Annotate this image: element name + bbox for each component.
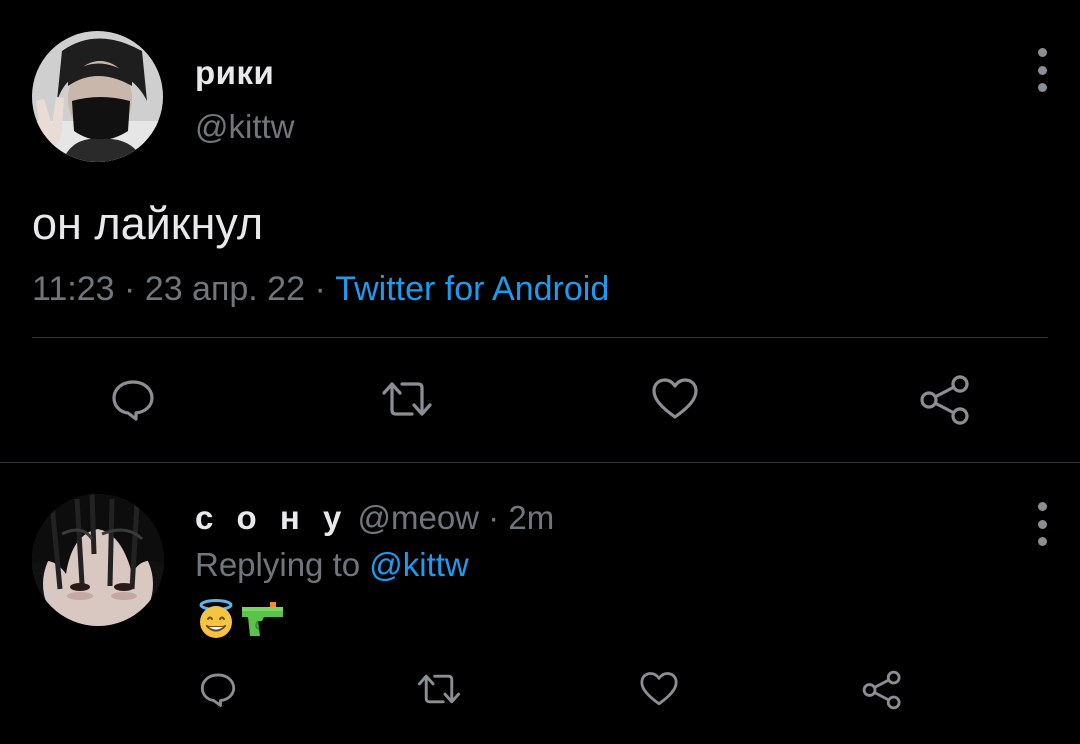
tweet-date: 23 апр. 22: [144, 270, 305, 308]
divider: [32, 337, 1048, 338]
reply-button[interactable]: [198, 668, 238, 710]
share-icon: [920, 375, 969, 425]
retweet-icon: [382, 382, 432, 416]
like-button[interactable]: [651, 376, 699, 422]
retweet-button[interactable]: [380, 374, 434, 424]
tweet-time: 11:23: [32, 270, 115, 308]
tweet-text: он лайкнул: [32, 198, 264, 249]
tweet-source-link[interactable]: Twitter for Android: [335, 270, 609, 308]
main-more-button[interactable]: [1032, 48, 1052, 92]
reply-icon: [112, 380, 154, 421]
share-button[interactable]: [918, 374, 972, 426]
more-vertical-icon: [1037, 48, 1047, 57]
divider: [0, 462, 1080, 463]
reply-button[interactable]: [110, 374, 156, 424]
meta-separator: ·: [479, 499, 509, 536]
replying-to-mention[interactable]: @kittw: [369, 546, 469, 583]
reply-avatar[interactable]: [32, 494, 164, 626]
reply-header: с о н у @meow · 2m: [195, 499, 554, 537]
replying-to: Replying to @kittw: [195, 546, 469, 584]
reply-emoji-content: [196, 599, 284, 639]
reply-display-name[interactable]: с о н у: [195, 499, 348, 536]
water-pistol-emoji: [242, 602, 283, 636]
more-vertical-icon: [1037, 502, 1047, 511]
main-handle[interactable]: @kittw: [195, 108, 295, 146]
replying-to-prefix: Replying to: [195, 546, 370, 583]
main-tweet-avatar[interactable]: [32, 31, 163, 162]
reply-age: 2m: [508, 499, 555, 536]
retweet-button[interactable]: [416, 668, 462, 710]
main-display-name[interactable]: рики: [195, 54, 274, 92]
tweet-meta: 11:23 · 23 апр. 22 · Twitter for Android: [32, 270, 609, 309]
retweet-icon: [417, 674, 461, 704]
reply-icon: [200, 673, 236, 707]
meta-separator: ·: [305, 270, 336, 308]
reply-handle[interactable]: @meow: [357, 499, 479, 536]
user-avatar-photo: [32, 31, 163, 162]
like-button[interactable]: [639, 670, 679, 708]
meta-separator: ·: [114, 270, 145, 308]
share-icon: [862, 670, 901, 710]
share-button[interactable]: [860, 668, 904, 712]
smiling-face-with-halo-emoji: [199, 599, 233, 638]
like-icon: [652, 378, 698, 419]
reply-more-button[interactable]: [1032, 502, 1052, 546]
user-avatar-photo: [32, 494, 164, 626]
like-icon: [640, 672, 678, 706]
